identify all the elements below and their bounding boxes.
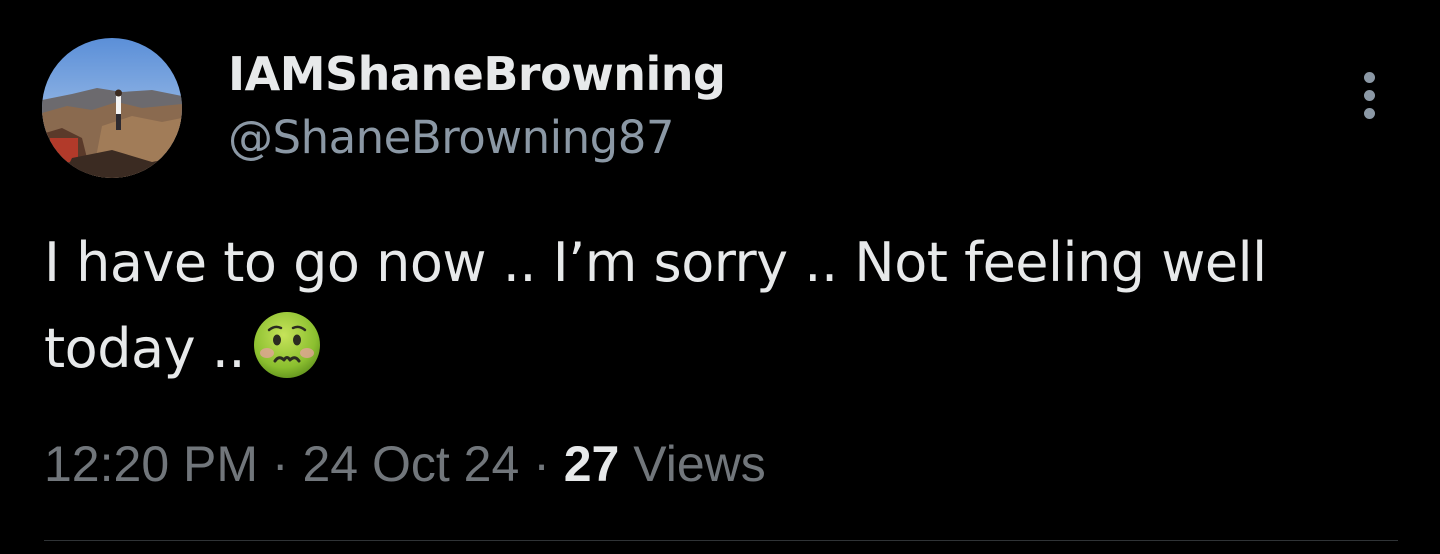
tweet-time[interactable]: 12:20 PM bbox=[44, 436, 258, 492]
tweet-text-body: I have to go now .. I’m sorry .. Not fee… bbox=[44, 231, 1267, 380]
user-handle[interactable]: @ShaneBrowning87 bbox=[228, 108, 674, 168]
tweet-text: I have to go now .. I’m sorry .. Not fee… bbox=[44, 220, 1384, 392]
display-name[interactable]: IAMShaneBrowning bbox=[228, 44, 726, 104]
more-vertical-icon bbox=[1364, 72, 1375, 83]
meta-separator: · bbox=[533, 436, 550, 492]
divider bbox=[44, 540, 1398, 541]
nauseated-face-icon bbox=[251, 309, 323, 381]
tweet-date[interactable]: 24 Oct 24 bbox=[302, 436, 519, 492]
views-label[interactable]: Views bbox=[633, 436, 765, 492]
more-vertical-icon-dot bbox=[1364, 108, 1375, 119]
tweet: IAMShaneBrowning @ShaneBrowning87 I have… bbox=[0, 0, 1440, 554]
meta-separator: · bbox=[271, 436, 289, 492]
tweet-meta: 12:20 PM · 24 Oct 24 · 27 Views bbox=[44, 432, 766, 496]
views-count[interactable]: 27 bbox=[564, 436, 620, 492]
avatar[interactable] bbox=[42, 38, 182, 178]
more-options-button[interactable] bbox=[1352, 70, 1388, 122]
avatar-image bbox=[42, 38, 182, 178]
more-vertical-icon-dot bbox=[1364, 90, 1375, 101]
